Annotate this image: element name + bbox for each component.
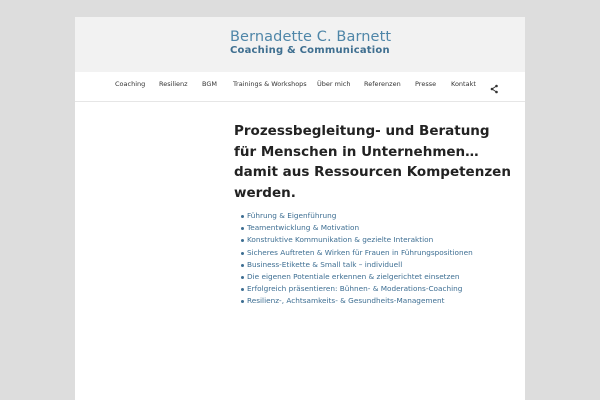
nav-item-presse[interactable]: Presse: [415, 80, 436, 88]
list-item: Business-Etikette & Small talk – individ…: [234, 259, 514, 271]
nav-item-resilienz[interactable]: Resilienz: [159, 80, 188, 88]
headline-line: Prozessbegleitung- und Beratung: [234, 123, 490, 139]
nav-item-kontakt[interactable]: Kontakt: [451, 80, 476, 88]
service-link[interactable]: Die eigenen Potentiale erkennen & zielge…: [247, 272, 460, 281]
brand-name[interactable]: Bernadette C. Barnett: [230, 29, 391, 45]
headline-line: damit aus Ressourcen Kompetenzen: [234, 164, 511, 180]
nav-item-trainings-workshops[interactable]: Trainings & Workshops: [233, 80, 307, 88]
main-content: Prozessbegleitung- und Beratung für Mens…: [234, 121, 514, 308]
service-link[interactable]: Teamentwicklung & Motivation: [247, 223, 359, 232]
headline-line: werden.: [234, 184, 296, 201]
page-headline: Prozessbegleitung- und Beratung für Mens…: [234, 121, 514, 203]
list-item: Führung & Eigenführung: [234, 210, 514, 222]
list-item: Teamentwicklung & Motivation: [234, 222, 514, 234]
service-link[interactable]: Business-Etikette & Small talk – individ…: [247, 260, 402, 269]
nav-item-ueber-mich[interactable]: Über mich: [317, 80, 350, 88]
brand-tagline[interactable]: Coaching & Communication: [230, 45, 390, 56]
service-link[interactable]: Erfolgreich präsentieren: Bühnen- & Mode…: [247, 284, 462, 293]
list-item: Sicheres Auftreten & Wirken für Frauen i…: [234, 247, 514, 259]
service-link[interactable]: Konstruktive Kommunikation & gezielte In…: [247, 235, 433, 244]
service-link[interactable]: Führung & Eigenführung: [247, 211, 336, 220]
list-item: Erfolgreich präsentieren: Bühnen- & Mode…: [234, 283, 514, 295]
list-item: Resilienz-, Achtsamkeits- & Gesundheits-…: [234, 295, 514, 307]
service-link[interactable]: Sicheres Auftreten & Wirken für Frauen i…: [247, 248, 473, 257]
share-icon[interactable]: [489, 79, 499, 94]
headline-line: für Menschen in Unternehmen…: [234, 143, 479, 160]
service-link[interactable]: Resilienz-, Achtsamkeits- & Gesundheits-…: [247, 296, 445, 305]
list-item: Die eigenen Potentiale erkennen & zielge…: [234, 271, 514, 283]
site-header: Bernadette C. Barnett Coaching & Communi…: [75, 17, 525, 72]
main-navigation: Coaching Resilienz BGM Trainings & Works…: [75, 72, 525, 102]
nav-item-referenzen[interactable]: Referenzen: [364, 80, 401, 88]
nav-item-bgm[interactable]: BGM: [202, 80, 217, 88]
page-container: Bernadette C. Barnett Coaching & Communi…: [75, 17, 525, 400]
list-item: Konstruktive Kommunikation & gezielte In…: [234, 234, 514, 246]
services-list: Führung & Eigenführung Teamentwicklung &…: [234, 210, 514, 308]
nav-item-coaching[interactable]: Coaching: [115, 80, 145, 88]
